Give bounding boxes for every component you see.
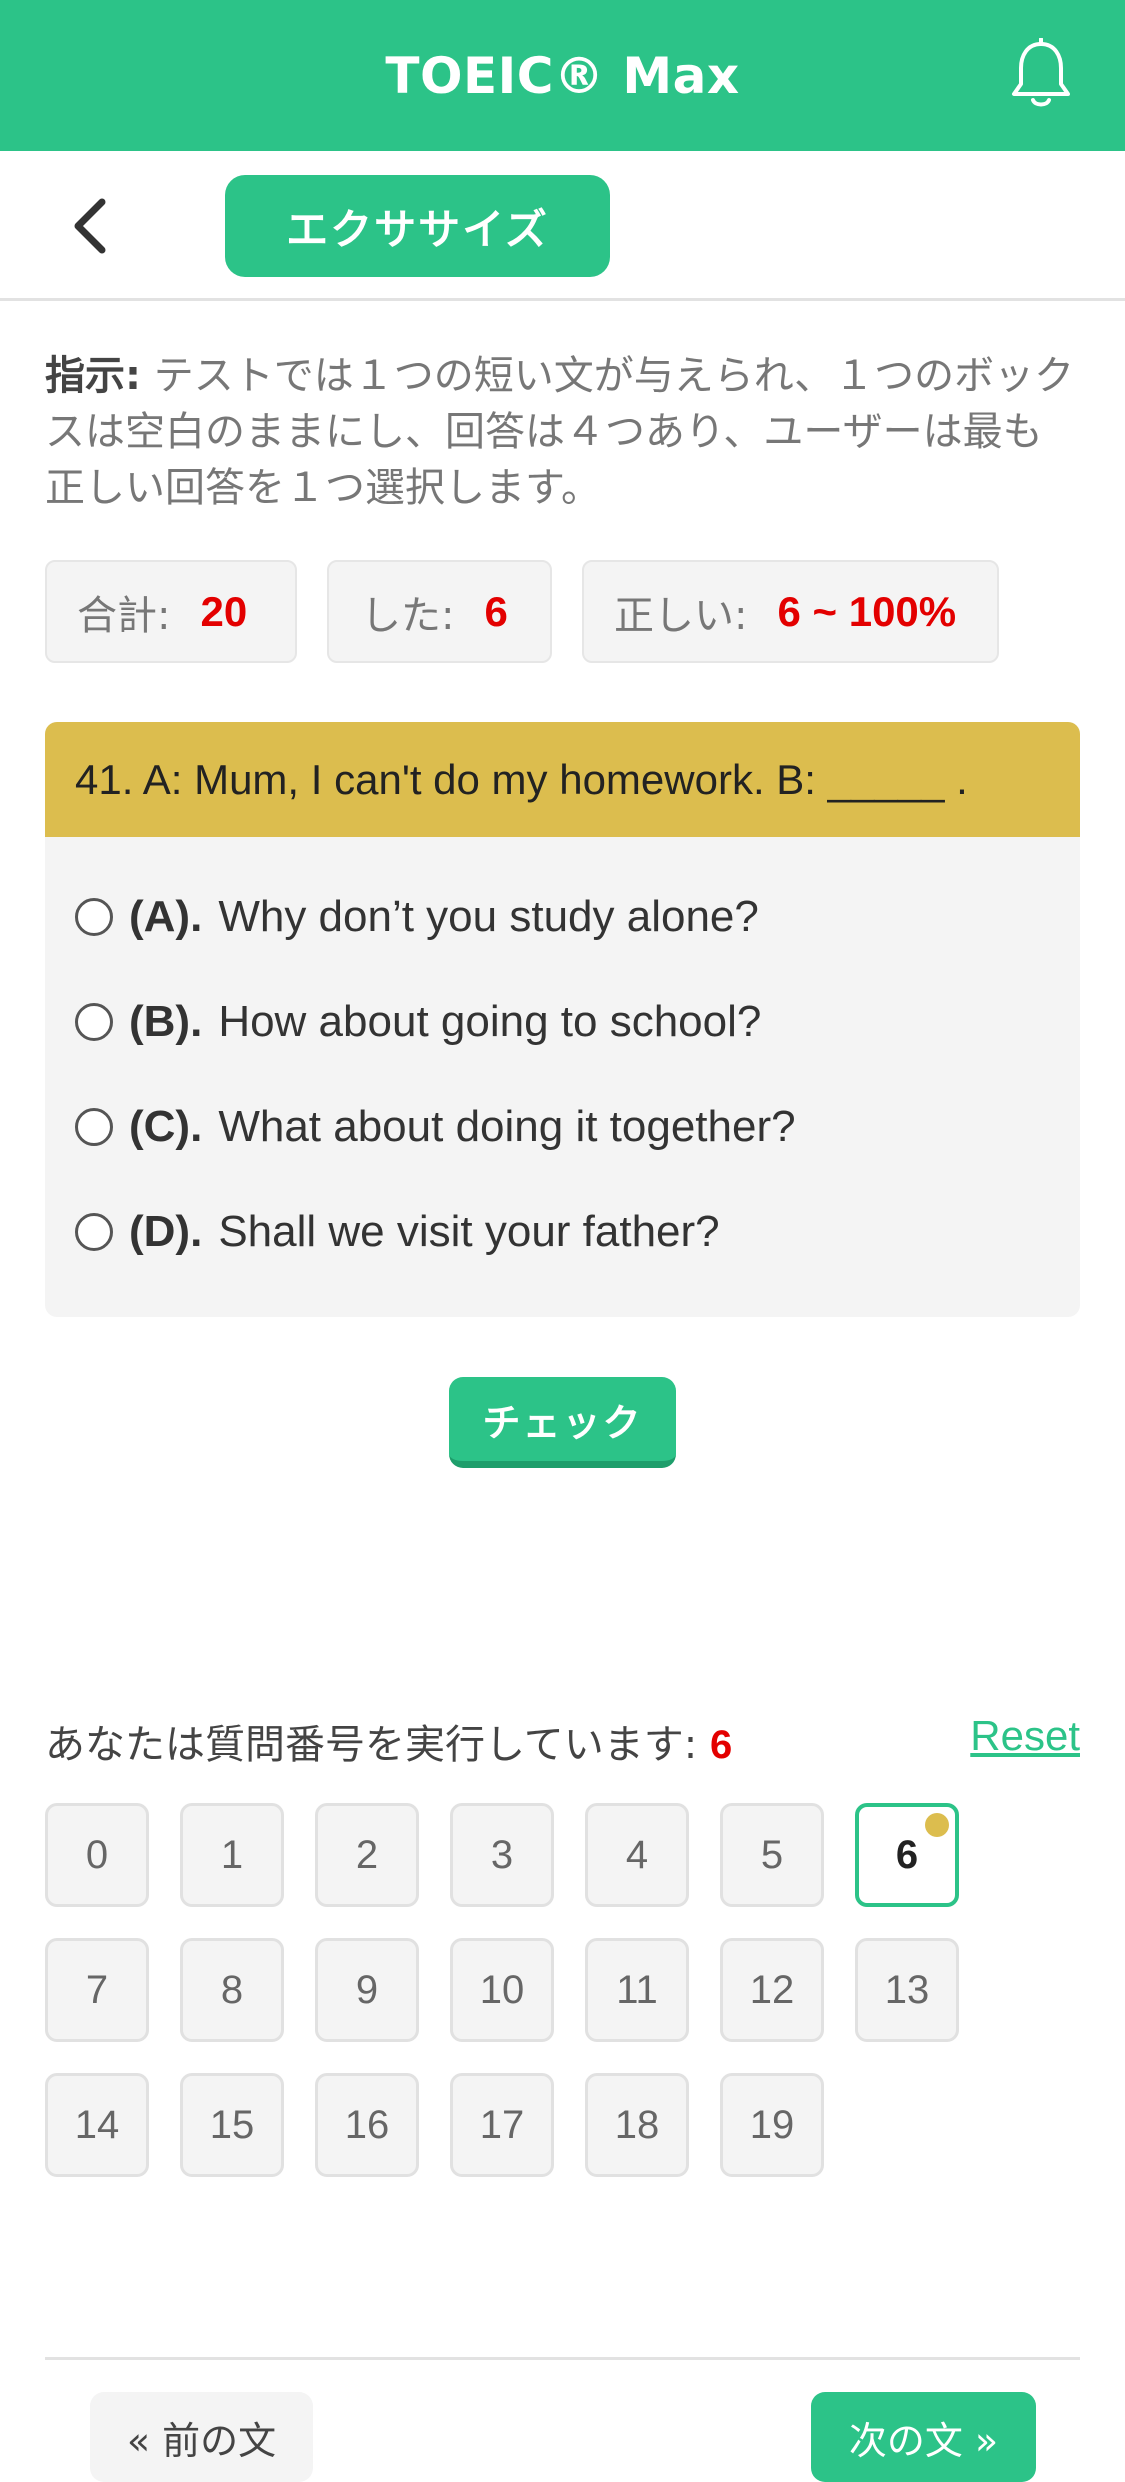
question-number-button[interactable]: 4 — [585, 1803, 689, 1907]
check-button[interactable]: チェック — [449, 1377, 676, 1468]
instructions-label: 指示: — [45, 353, 141, 399]
stat-correct-value: 6 ~ 100% — [777, 587, 957, 635]
question-number-button[interactable]: 17 — [450, 2073, 554, 2177]
option-d[interactable]: (D). Shall we visit your father? — [75, 1207, 720, 1257]
instructions: 指示: テストでは１つの短い文が与えられ、１つのボックスは空白のままにし、回答は… — [45, 348, 1075, 516]
app-title: TOEIC® Max — [385, 46, 740, 105]
question-number-button[interactable]: 7 — [45, 1938, 149, 2042]
question-number-button[interactable]: 1 — [180, 1803, 284, 1907]
question-number-button[interactable]: 9 — [315, 1938, 419, 2042]
option-text: What about doing it together? — [218, 1102, 796, 1151]
current-indicator-dot — [925, 1813, 949, 1837]
question-number-button[interactable]: 16 — [315, 2073, 419, 2177]
option-text: How about going to school? — [218, 997, 762, 1046]
exercise-button[interactable]: エクササイズ — [225, 175, 610, 277]
stat-done: した: 6 — [327, 560, 552, 663]
question-number-button[interactable]: 5 — [720, 1803, 824, 1907]
question-number-button[interactable]: 14 — [45, 2073, 149, 2177]
instructions-text: テストでは１つの短い文が与えられ、１つのボックスは空白のままにし、回答は４つあり… — [45, 353, 1075, 511]
stat-total-label: 合計: — [77, 592, 171, 639]
question-number-button[interactable]: 13 — [855, 1938, 959, 2042]
question-number-button[interactable]: 12 — [720, 1938, 824, 2042]
question-number-button[interactable]: 6 — [855, 1803, 959, 1907]
stat-total-value: 20 — [200, 587, 248, 635]
question-number-button[interactable]: 10 — [450, 1938, 554, 2042]
question-number-button[interactable]: 11 — [585, 1938, 689, 2042]
option-letter: (C). — [129, 1102, 203, 1151]
stat-total: 合計: 20 — [45, 560, 297, 663]
reset-link[interactable]: Reset — [970, 1712, 1080, 1760]
question-number-button[interactable]: 8 — [180, 1938, 284, 2042]
chevron-left-icon — [74, 198, 106, 254]
option-text: Shall we visit your father? — [218, 1207, 720, 1256]
question-number-button[interactable]: 15 — [180, 2073, 284, 2177]
progress-label: あなたは質問番号を実行しています: 6 — [45, 1712, 732, 1770]
option-letter: (B). — [129, 997, 203, 1046]
prev-sentence-button[interactable]: « 前の文 — [90, 2392, 313, 2482]
stat-correct: 正しい: 6 ~ 100% — [582, 560, 999, 663]
radio-button[interactable] — [75, 1003, 113, 1041]
progress-label-text: あなたは質問番号を実行しています: — [45, 1722, 698, 1768]
question-number-button[interactable]: 19 — [720, 2073, 824, 2177]
question-number-button[interactable]: 2 — [315, 1803, 419, 1907]
stat-done-label: した: — [361, 592, 455, 639]
option-c[interactable]: (C). What about doing it together? — [75, 1102, 796, 1152]
question-text: 41. A: Mum, I can't do my homework. B: _… — [45, 722, 1080, 837]
option-letter: (A). — [129, 892, 203, 941]
radio-button[interactable] — [75, 1213, 113, 1251]
option-letter: (D). — [129, 1207, 203, 1256]
question-card: 41. A: Mum, I can't do my homework. B: _… — [45, 722, 1080, 1317]
option-text: Why don’t you study alone? — [218, 892, 759, 941]
next-sentence-button[interactable]: 次の文 » — [811, 2392, 1036, 2482]
radio-button[interactable] — [75, 898, 113, 936]
question-number-label: 6 — [895, 1832, 919, 1877]
back-button[interactable] — [62, 196, 118, 256]
radio-button[interactable] — [75, 1108, 113, 1146]
sub-navigation-bar: エクササイズ — [0, 151, 1125, 301]
app-header: TOEIC® Max — [0, 0, 1125, 151]
question-number-button[interactable]: 18 — [585, 2073, 689, 2177]
stat-done-value: 6 — [484, 587, 508, 635]
current-question-number: 6 — [710, 1723, 733, 1767]
option-b[interactable]: (B). How about going to school? — [75, 997, 761, 1047]
bell-icon[interactable] — [1009, 37, 1073, 110]
option-a[interactable]: (A). Why don’t you study alone? — [75, 892, 759, 942]
question-number-button[interactable]: 3 — [450, 1803, 554, 1907]
stat-correct-label: 正しい: — [614, 592, 748, 639]
divider — [45, 2357, 1080, 2360]
question-number-button[interactable]: 0 — [45, 1803, 149, 1907]
